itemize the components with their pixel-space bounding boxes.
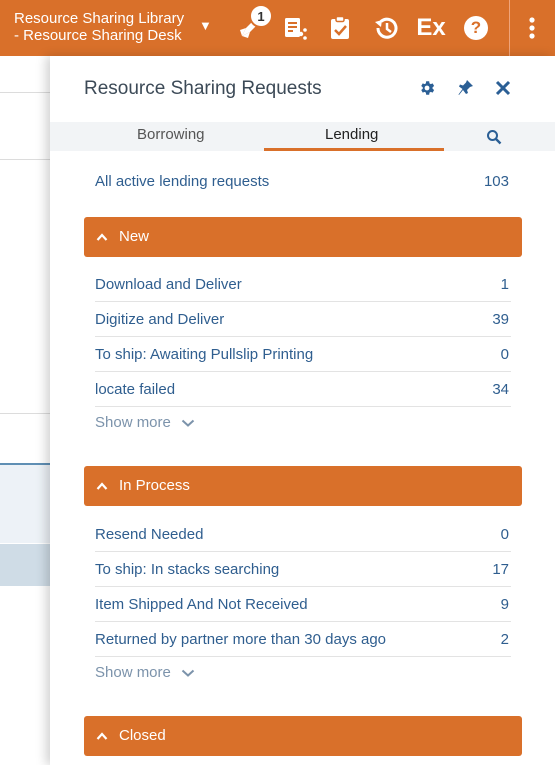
item-label: Resend Needed <box>95 526 204 543</box>
section-header-closed[interactable]: Closed <box>84 716 522 756</box>
item-count: 1 <box>500 276 509 293</box>
notification-count-badge: 1 <box>249 4 273 28</box>
panel-title: Resource Sharing Requests <box>84 78 322 99</box>
active-tab-indicator <box>264 148 444 151</box>
history-icon[interactable] <box>370 12 402 44</box>
item-count: 17 <box>492 561 509 578</box>
top-bar: Resource Sharing Library - Resource Shar… <box>0 0 555 56</box>
location-line-1: Resource Sharing Library <box>14 10 185 27</box>
item-count: 0 <box>500 346 509 363</box>
chevron-down-icon <box>181 665 195 682</box>
item-label: locate failed <box>95 381 176 398</box>
item-label: Item Shipped And Not Received <box>95 596 308 613</box>
section-title-in-process: In Process <box>119 477 190 494</box>
help-icon[interactable]: ? <box>460 12 492 44</box>
show-more-label: Show more <box>95 664 171 681</box>
item-label: Digitize and Deliver <box>95 311 225 328</box>
help-glyph: ? <box>464 16 488 40</box>
ex-libris-icon[interactable]: Ex <box>415 12 447 44</box>
item-label: Download and Deliver <box>95 276 242 293</box>
close-icon[interactable] <box>491 76 515 100</box>
item-label: To ship: Awaiting Pullslip Printing <box>95 346 314 363</box>
show-more-label: Show more <box>95 414 171 431</box>
all-active-count: 103 <box>483 173 509 190</box>
section-title-new: New <box>119 228 150 245</box>
item-count: 0 <box>500 526 509 543</box>
item-count: 34 <box>492 381 509 398</box>
item-count: 39 <box>492 311 509 328</box>
list-item[interactable]: Digitize and Deliver 39 <box>95 302 511 337</box>
collapse-chevron-up-icon <box>96 728 108 745</box>
location-line-2: - Resource Sharing Desk <box>14 27 182 44</box>
item-label: Returned by partner more than 30 days ag… <box>95 631 387 648</box>
more-menu-icon[interactable] <box>518 12 546 44</box>
tab-bar: Borrowing Lending <box>50 122 555 151</box>
section-title-closed: Closed <box>119 727 166 744</box>
task-list-icon[interactable] <box>278 12 310 44</box>
list-item[interactable]: Returned by partner more than 30 days ag… <box>95 622 511 657</box>
collapse-chevron-up-icon <box>96 478 108 495</box>
list-item[interactable]: To ship: Awaiting Pullslip Printing 0 <box>95 337 511 372</box>
current-location-selector[interactable]: Resource Sharing Library - Resource Shar… <box>14 10 184 44</box>
resource-sharing-requests-panel: Resource Sharing Requests Borrowing Lend… <box>50 56 555 765</box>
item-label: To ship: In stacks searching <box>95 561 280 578</box>
section-header-in-process[interactable]: In Process <box>84 466 522 506</box>
section-header-new[interactable]: New <box>84 217 522 257</box>
settings-gear-icon[interactable] <box>415 76 439 100</box>
show-more-in-process-button[interactable]: Show more <box>95 664 195 682</box>
list-item[interactable]: locate failed 34 <box>95 372 511 407</box>
all-active-lending-requests-link[interactable]: All active lending requests 103 <box>95 173 509 190</box>
all-active-label: All active lending requests <box>95 173 270 190</box>
pin-icon[interactable] <box>454 76 478 100</box>
search-icon[interactable] <box>486 129 502 150</box>
list-item[interactable]: To ship: In stacks searching 17 <box>95 552 511 587</box>
tab-lending[interactable]: Lending <box>325 126 378 143</box>
clipboard-check-icon[interactable] <box>324 12 356 44</box>
location-dropdown-caret-icon[interactable]: ▼ <box>199 18 212 33</box>
chevron-down-icon <box>181 415 195 432</box>
toolbar-separator <box>509 0 510 56</box>
item-count: 2 <box>500 631 509 648</box>
tab-borrowing[interactable]: Borrowing <box>137 126 205 143</box>
item-count: 9 <box>500 596 509 613</box>
list-item[interactable]: Download and Deliver 1 <box>95 267 511 302</box>
list-item[interactable]: Item Shipped And Not Received 9 <box>95 587 511 622</box>
list-item[interactable]: Resend Needed 0 <box>95 517 511 552</box>
collapse-chevron-up-icon <box>96 229 108 246</box>
show-more-new-button[interactable]: Show more <box>95 414 195 432</box>
